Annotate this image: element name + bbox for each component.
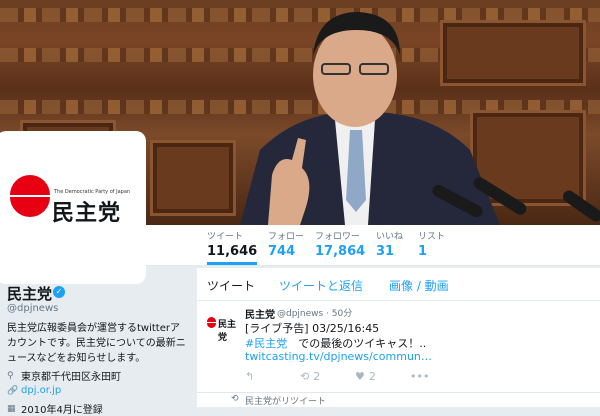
retweet-button[interactable]: ⟲ 2 bbox=[300, 370, 320, 383]
retweeted-by-text: 民主党がリツイート bbox=[245, 397, 327, 407]
profile-avatar[interactable]: The Democratic Party of Japan 民主党 bbox=[0, 135, 142, 280]
location-pin-icon: ⚲ bbox=[7, 370, 14, 381]
tab-tweets[interactable]: ツイート bbox=[207, 277, 255, 294]
tweet-text-line1: [ライブ予告] 03/25/16:45 bbox=[245, 322, 380, 335]
retweet-icon: ⟲ bbox=[300, 370, 310, 383]
joined-text: 2010年4月に登録 bbox=[21, 405, 103, 416]
tweet-avatar[interactable]: 民主党 bbox=[207, 314, 241, 343]
heart-icon: ♥ bbox=[355, 370, 365, 383]
stat-label: いいね bbox=[376, 232, 404, 242]
tweet-avatar-text: 民主党 bbox=[218, 320, 237, 343]
avatar-logo-text: 民主党 bbox=[52, 201, 122, 226]
stat-tweets[interactable]: ツイート 11,646 bbox=[207, 229, 258, 265]
profile-bio: 民主党広報委員会が運営するtwitterアカウントです。民主党についての最新ニュ… bbox=[7, 323, 186, 364]
stat-label: ツイート bbox=[207, 232, 244, 242]
reply-icon: ↰ bbox=[245, 370, 255, 383]
tab-tweets-and-replies[interactable]: ツイートと返信 bbox=[279, 277, 363, 294]
profile-joined: ▦ 2010年4月に登録 bbox=[7, 401, 103, 416]
stat-label: フォロワー bbox=[315, 232, 361, 242]
tweet-author-name[interactable]: 民主党 bbox=[245, 306, 275, 321]
tweet-url-link[interactable]: twitcasting.tv/dpjnews/commun… bbox=[245, 350, 432, 363]
stat-following[interactable]: フォロー 744 bbox=[268, 229, 304, 259]
stat-followers[interactable]: フォロワー 17,864 bbox=[315, 229, 365, 259]
party-logo-top bbox=[10, 175, 50, 195]
stat-value: 744 bbox=[268, 244, 296, 259]
retweet-count: 2 bbox=[313, 370, 321, 383]
hashtag-link[interactable]: #民主党 bbox=[245, 337, 287, 350]
reply-button[interactable]: ↰ bbox=[245, 370, 254, 383]
tweet-text-line3: twitcasting.tv/dpjnews/commun… bbox=[245, 350, 432, 363]
stat-value: 17,864 bbox=[315, 244, 366, 259]
profile-handle[interactable]: @dpjnews bbox=[7, 303, 58, 314]
stat-value: 1 bbox=[418, 244, 428, 259]
verified-badge-icon: ✓ bbox=[53, 286, 65, 298]
profile-name[interactable]: 民主党 bbox=[7, 283, 52, 304]
stat-label: フォロー bbox=[268, 232, 305, 242]
location-text: 東京都千代田区永田町 bbox=[21, 372, 121, 383]
timeline-tabs: ツイート ツイートと返信 画像 / 動画 bbox=[197, 268, 600, 301]
tweet-text-rest: での最後のツイキャス！.. bbox=[287, 337, 427, 350]
calendar-icon: ▦ bbox=[7, 403, 16, 414]
stat-lists[interactable]: リスト 1 bbox=[418, 229, 445, 259]
stat-likes[interactable]: いいね 31 bbox=[376, 229, 403, 259]
timeline: ツイート ツイートと返信 画像 / 動画 民主党 民主党 @dpjnews · … bbox=[197, 268, 600, 407]
like-count: 2 bbox=[368, 370, 376, 383]
stat-value: 31 bbox=[376, 244, 395, 259]
tab-media[interactable]: 画像 / 動画 bbox=[389, 277, 449, 294]
profile-location: ⚲ 東京都千代田区永田町 bbox=[7, 368, 121, 384]
tweet-handle-time[interactable]: @dpjnews · 50分 bbox=[277, 306, 352, 319]
more-button[interactable]: ••• bbox=[410, 370, 429, 383]
like-button[interactable]: ♥ 2 bbox=[355, 370, 376, 383]
tweet-actions: ↰ ⟲ 2 ♥ 2 ••• bbox=[245, 370, 465, 384]
profile-website[interactable]: 🔗 dpj.or.jp bbox=[7, 385, 61, 396]
more-icon: ••• bbox=[410, 370, 430, 383]
tweet-text-line2: #民主党 での最後のツイキャス！.. bbox=[245, 335, 426, 351]
link-icon: 🔗 bbox=[7, 385, 19, 396]
stat-value: 11,646 bbox=[207, 244, 258, 259]
website-link[interactable]: dpj.or.jp bbox=[21, 385, 61, 396]
stat-label: リスト bbox=[418, 232, 446, 242]
retweet-icon-small: ⟲ bbox=[231, 394, 239, 404]
retweet-notice: ⟲ 民主党がリツイート bbox=[197, 392, 600, 408]
party-logo-bottom bbox=[10, 197, 50, 217]
